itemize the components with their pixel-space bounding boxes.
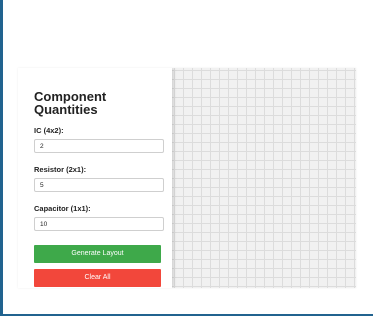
window-bottom-edge [0, 314, 373, 316]
clear-all-button[interactable]: Clear All [34, 269, 161, 287]
component-sidebar: Component Quantities IC (4x2): Resistor … [18, 68, 172, 288]
ic-quantity-input[interactable] [34, 139, 164, 153]
resistor-label: Resistor (2x1): [34, 165, 87, 174]
layout-grid-canvas[interactable] [172, 68, 356, 288]
generate-layout-button[interactable]: Generate Layout [34, 245, 161, 263]
layout-app: Component Quantities IC (4x2): Resistor … [18, 68, 356, 288]
sidebar-title: Component Quantities [34, 89, 107, 117]
resistor-quantity-input[interactable] [34, 178, 164, 192]
window: Component Quantities IC (4x2): Resistor … [0, 0, 373, 322]
window-left-edge [0, 0, 3, 316]
capacitor-label: Capacitor (1x1): [34, 204, 91, 213]
ic-label: IC (4x2): [34, 126, 64, 135]
capacitor-quantity-input[interactable] [34, 217, 164, 231]
